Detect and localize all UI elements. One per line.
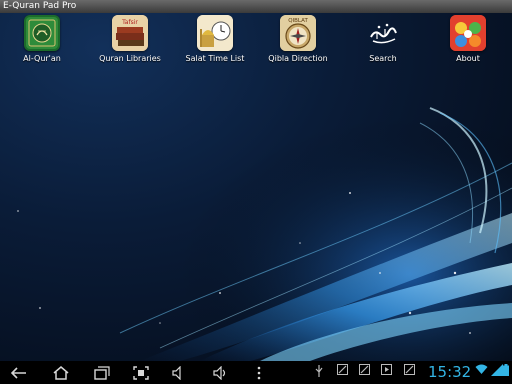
media-play-icon <box>380 364 392 375</box>
qibla-compass-icon: QIBLAT <box>280 15 316 51</box>
notification-image-icon <box>403 364 415 375</box>
notification-status-2[interactable] <box>358 364 370 375</box>
window-title-bar: E-Quran Pad Pro <box>0 0 512 13</box>
quran-book-icon <box>24 15 60 51</box>
app-label: About <box>456 54 480 63</box>
home-button[interactable] <box>52 364 70 381</box>
app-launcher-grid: Al-Qur'an Tafsir Quran Libraries Salat T… <box>0 13 512 73</box>
system-navigation-bar: 15:32 <box>0 361 512 384</box>
home-icon <box>53 365 69 380</box>
notification-image-icon <box>358 364 370 375</box>
usb-icon <box>315 365 323 377</box>
app-label: Quran Libraries <box>99 54 161 63</box>
app-label: Search <box>369 54 397 63</box>
notification-status-1[interactable] <box>336 364 348 375</box>
app-salat-time-list[interactable]: Salat Time List <box>179 15 251 64</box>
tafsir-books-icon: Tafsir <box>112 15 148 51</box>
svg-text:Tafsir: Tafsir <box>121 19 138 26</box>
app-about[interactable]: About <box>432 15 504 64</box>
battery-icon <box>503 364 509 376</box>
about-info-icon <box>450 15 486 51</box>
screenshot-button[interactable] <box>132 364 150 381</box>
usb-status <box>313 364 325 378</box>
recent-apps-icon <box>94 365 110 380</box>
app-label: Salat Time List <box>185 54 245 63</box>
volume-down-icon <box>172 365 181 380</box>
notification-status-3[interactable] <box>380 364 392 375</box>
wifi-status[interactable] <box>474 364 488 375</box>
notification-image-icon <box>336 364 348 375</box>
app-label: Al-Qur'an <box>23 54 61 63</box>
app-search[interactable]: Search <box>347 15 419 64</box>
home-screen-wallpaper: Al-Qur'an Tafsir Quran Libraries Salat T… <box>0 13 512 361</box>
notification-status-4[interactable] <box>403 364 415 375</box>
back-button[interactable] <box>10 364 28 381</box>
app-qibla-direction[interactable]: QIBLAT Qibla Direction <box>262 15 334 64</box>
status-clock[interactable]: 15:32 <box>428 362 471 382</box>
app-label: Qibla Direction <box>268 54 328 63</box>
mosque-clock-icon <box>197 15 233 51</box>
calligraphy-search-icon <box>365 15 401 51</box>
screenshot-icon <box>133 365 149 380</box>
app-quran-libraries[interactable]: Tafsir Quran Libraries <box>94 15 166 64</box>
app-al-quran[interactable]: Al-Qur'an <box>6 15 78 64</box>
menu-button[interactable] <box>250 364 268 381</box>
volume-down-button[interactable] <box>171 364 189 381</box>
svg-text:QIBLAT: QIBLAT <box>288 18 308 24</box>
battery-status[interactable] <box>502 364 510 376</box>
back-arrow-icon <box>11 366 26 379</box>
window-title: E-Quran Pad Pro <box>3 1 77 11</box>
volume-up-button[interactable] <box>212 364 230 381</box>
volume-up-icon <box>213 365 226 380</box>
recent-apps-button[interactable] <box>93 364 111 381</box>
overflow-menu-icon <box>257 366 261 379</box>
wifi-icon <box>475 364 487 374</box>
